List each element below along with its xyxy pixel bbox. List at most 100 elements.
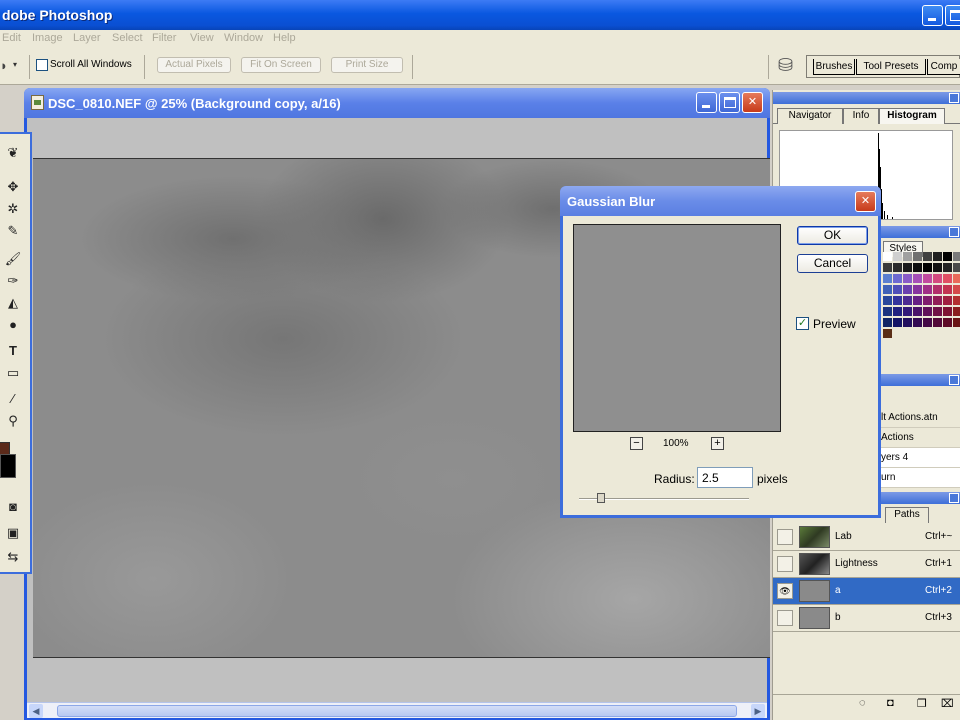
color-swatch[interactable] [943, 274, 952, 283]
hand-tool-icon[interactable]: ◗ [0, 58, 8, 73]
navigator-panel-header[interactable] [773, 92, 960, 104]
save-selection-icon[interactable]: ◘ [887, 697, 894, 709]
visibility-toggle[interactable] [777, 529, 793, 545]
color-swatch[interactable] [913, 296, 922, 305]
channel-row-lightness[interactable]: Lightness Ctrl+1 [773, 551, 960, 578]
zoom-out-button[interactable]: − [630, 437, 643, 450]
color-swatch[interactable] [903, 307, 912, 316]
tab-brushes[interactable]: Brushes [813, 59, 855, 75]
color-swatch[interactable] [933, 307, 942, 316]
scroll-right-icon[interactable]: ▶ [751, 704, 765, 718]
color-swatch[interactable] [943, 252, 952, 261]
tab-histogram[interactable]: Histogram [879, 108, 945, 124]
color-swatch[interactable] [943, 263, 952, 272]
healing-brush-icon[interactable]: ✎ [4, 222, 22, 240]
action-set[interactable]: lt Actions.atn [881, 408, 960, 428]
dialog-close-button[interactable]: ✕ [855, 191, 876, 212]
document-titlebar[interactable]: DSC_0810.NEF @ 25% (Background copy, a/1… [24, 88, 770, 118]
tab-paths[interactable]: Paths [885, 507, 929, 523]
panel-close-icon[interactable] [949, 93, 959, 103]
color-swatch[interactable] [883, 307, 892, 316]
menu-help[interactable]: Help [273, 32, 296, 44]
menu-layer[interactable]: Layer [73, 32, 101, 44]
color-swatch[interactable] [933, 318, 942, 327]
color-swatch[interactable] [913, 274, 922, 283]
channel-row-a[interactable]: 👁 a Ctrl+2 [773, 578, 960, 605]
panel-close-icon[interactable] [949, 227, 959, 237]
color-swatch[interactable] [953, 329, 960, 338]
color-swatch[interactable] [923, 329, 932, 338]
radius-input[interactable]: 2.5 [697, 467, 753, 488]
color-swatch[interactable] [933, 285, 942, 294]
color-swatch[interactable] [923, 285, 932, 294]
color-swatch[interactable] [903, 318, 912, 327]
tab-navigator[interactable]: Navigator [777, 108, 843, 124]
color-swatch[interactable] [893, 274, 902, 283]
tab-info[interactable]: Info [843, 108, 879, 124]
cancel-button[interactable]: Cancel [797, 254, 868, 273]
burn-tool-icon[interactable]: ● [4, 316, 22, 334]
color-swatch[interactable] [913, 252, 922, 261]
history-brush-icon[interactable]: ✑ [4, 272, 22, 290]
color-swatch[interactable] [903, 329, 912, 338]
color-swatch[interactable] [953, 285, 960, 294]
quick-mask-icon[interactable]: ◙ [4, 498, 22, 516]
action-item[interactable]: urn [881, 468, 960, 488]
color-swatch[interactable] [953, 263, 960, 272]
dialog-titlebar[interactable]: Gaussian Blur ✕ [560, 186, 881, 216]
color-swatch[interactable] [953, 307, 960, 316]
color-swatch[interactable] [893, 252, 902, 261]
color-swatch[interactable] [883, 274, 892, 283]
menu-edit[interactable]: Edit [2, 32, 21, 44]
color-swatch[interactable] [933, 274, 942, 283]
color-swatch[interactable] [903, 274, 912, 283]
panel-close-icon[interactable] [949, 375, 959, 385]
color-swatch[interactable] [953, 274, 960, 283]
color-swatch[interactable] [883, 252, 892, 261]
scroll-thumb[interactable] [57, 705, 737, 717]
color-swatch[interactable] [933, 263, 942, 272]
menu-window[interactable]: Window [224, 32, 263, 44]
radius-slider-thumb[interactable] [597, 493, 605, 503]
menu-view[interactable]: View [190, 32, 214, 44]
move-tool-icon[interactable]: ✥ [4, 178, 22, 196]
color-swatch[interactable] [953, 296, 960, 305]
color-swatch[interactable] [913, 285, 922, 294]
type-tool-icon[interactable]: T [4, 342, 22, 360]
preview-image[interactable] [573, 224, 781, 432]
visibility-toggle[interactable] [777, 556, 793, 572]
color-swatch[interactable] [933, 252, 942, 261]
color-swatch[interactable] [943, 285, 952, 294]
channel-row-lab[interactable]: Lab Ctrl+~ [773, 524, 960, 551]
color-swatch[interactable] [913, 307, 922, 316]
color-swatch[interactable] [903, 263, 912, 272]
color-swatch[interactable] [913, 263, 922, 272]
color-swatch[interactable] [903, 285, 912, 294]
brush-tool-icon[interactable]: 🖌 [4, 250, 22, 268]
color-swatch[interactable] [883, 263, 892, 272]
color-swatch[interactable] [883, 285, 892, 294]
doc-maximize-button[interactable] [719, 92, 740, 113]
color-swatch[interactable] [903, 252, 912, 261]
color-swatch[interactable] [943, 296, 952, 305]
color-swatch[interactable] [943, 307, 952, 316]
color-swatch[interactable] [893, 329, 902, 338]
preview-checkbox[interactable]: ✓ [796, 317, 809, 330]
trash-icon[interactable]: ⌧ [941, 697, 954, 710]
color-swatch[interactable] [933, 329, 942, 338]
paint-bucket-icon[interactable]: ◭ [4, 294, 22, 312]
zoom-in-button[interactable]: + [711, 437, 724, 450]
menu-select[interactable]: Select [112, 32, 143, 44]
color-swatch[interactable] [893, 307, 902, 316]
foreground-color-swatch[interactable] [0, 454, 16, 478]
color-swatch[interactable] [923, 252, 932, 261]
fit-on-screen-button[interactable]: Fit On Screen [241, 57, 321, 73]
action-item[interactable]: yers 4 [881, 448, 960, 468]
color-swatch[interactable] [893, 285, 902, 294]
chevron-down-icon[interactable]: ▾ [13, 60, 17, 69]
color-swatch[interactable] [883, 296, 892, 305]
zoom-tool-icon[interactable]: ⚲ [4, 412, 22, 430]
menu-filter[interactable]: Filter [152, 32, 176, 44]
magic-wand-icon[interactable]: ✲ [4, 200, 22, 218]
horizontal-scrollbar[interactable]: ◀ ▶ [27, 702, 767, 718]
